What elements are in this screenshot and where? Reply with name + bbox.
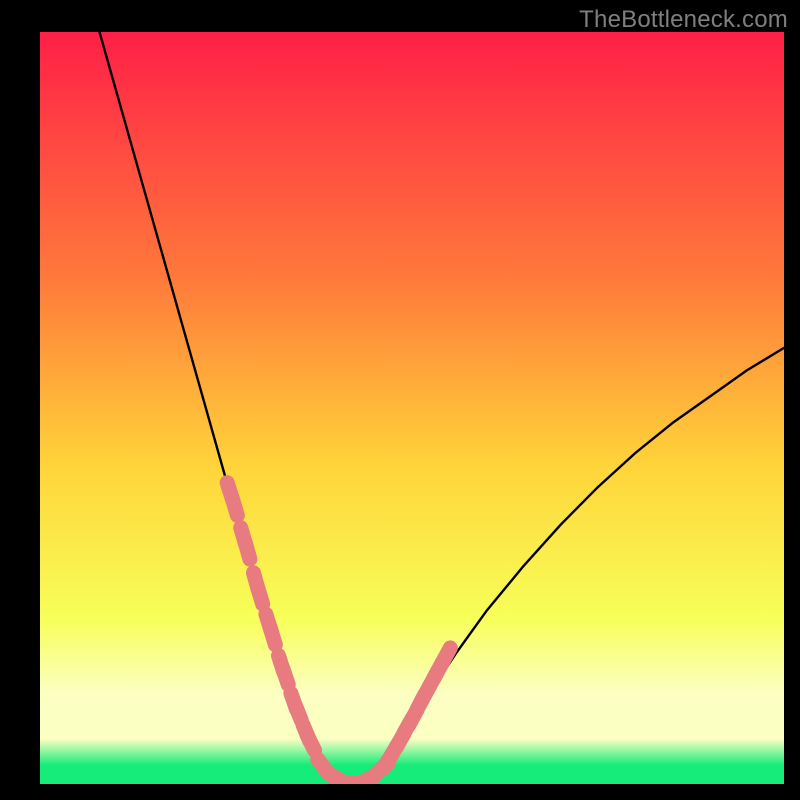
bottleneck-chart xyxy=(40,32,784,784)
marker-point xyxy=(233,499,238,515)
marker-point xyxy=(442,648,450,663)
gradient-background xyxy=(40,32,784,784)
marker-point xyxy=(270,628,275,644)
marker-point xyxy=(258,588,263,604)
marker-point xyxy=(283,668,288,684)
watermark-text: TheBottleneck.com xyxy=(579,6,788,34)
marker-point xyxy=(307,735,315,750)
marker-point xyxy=(245,543,250,559)
chart-frame: TheBottleneck.com xyxy=(0,0,800,800)
